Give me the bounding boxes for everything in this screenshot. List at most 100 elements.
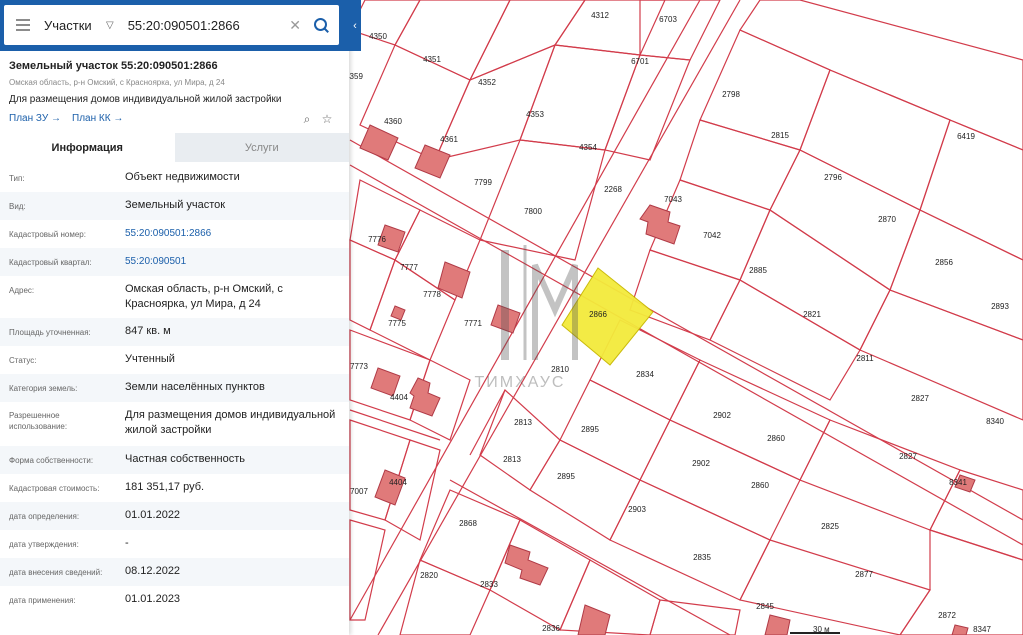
- info-row: Кадастровый квартал: 55:20:090501: [0, 248, 349, 276]
- parcel-number-label: 2827: [899, 452, 917, 461]
- parcel-number-label: 2798: [722, 90, 740, 99]
- parcel-number-label: 7777: [400, 263, 418, 272]
- info-row: Площадь уточненная: 847 кв. м: [0, 318, 349, 346]
- search-icon[interactable]: [313, 17, 329, 33]
- info-row: дата внесения сведений: 08.12.2022: [0, 558, 349, 586]
- parcel-number-label: 8347: [973, 625, 991, 634]
- info-row-link[interactable]: 55:20:090501:2866: [125, 226, 340, 241]
- parcel-number-label: 2815: [771, 131, 789, 140]
- info-row-key: Категория земель:: [9, 384, 78, 393]
- info-row-link[interactable]: 55:20:090501: [125, 254, 340, 269]
- parcel-number-label: 7775: [388, 319, 406, 328]
- parcel-number-label: 2877: [855, 570, 873, 579]
- info-row-value: Омская область, р-н Омский, с Красноярка…: [125, 283, 283, 310]
- info-row: дата утверждения: -: [0, 530, 349, 558]
- info-row: Кадастровая стоимость: 181 351,17 руб.: [0, 474, 349, 502]
- parcel-number-label: 7007: [350, 487, 368, 496]
- parcel-number-label: 4312: [591, 11, 609, 20]
- parcel-number-label: 2833: [480, 580, 498, 589]
- parcel-number-label: 2868: [459, 519, 477, 528]
- parcel-number-label: 4354: [579, 143, 597, 152]
- info-row-key: Кадастровый номер:: [9, 230, 86, 239]
- parcel-number-label: 2845: [756, 602, 774, 611]
- search-document-icon[interactable]: ⌕: [300, 112, 314, 126]
- parcel-number-label: 6419: [957, 132, 975, 141]
- info-row-key: Статус:: [9, 356, 37, 365]
- chevron-down-icon[interactable]: ▽: [106, 20, 114, 31]
- info-row: Форма собственности: Частная собственност…: [0, 446, 349, 474]
- parcel-number-label: 2811: [856, 354, 874, 363]
- parcel-number-label: 2820: [420, 571, 438, 580]
- plan-zu-link[interactable]: План ЗУ →: [9, 113, 61, 124]
- parcel-number-label: 4353: [526, 110, 544, 119]
- info-row-value: Земельный участок: [125, 199, 226, 211]
- parcel-number-label: 4404: [389, 478, 407, 487]
- info-panel: Участки ▽ 55:20:090501:2866 ✕ Земельный …: [0, 0, 349, 635]
- info-row-key: Площадь уточненная:: [9, 328, 91, 337]
- parcel-number-label: 2893: [991, 302, 1009, 311]
- parcel-number-label: 2903: [628, 505, 646, 514]
- info-row: Адрес: Омская область, р-н Омский, с Крас…: [0, 276, 349, 318]
- parcel-number-label: 8340: [986, 417, 1004, 426]
- road-lower: [349, 389, 731, 635]
- plan-kk-link[interactable]: План КК →: [72, 113, 123, 124]
- parcel-number-label: 2895: [557, 472, 575, 481]
- parcel-number-label: 2825: [821, 522, 839, 531]
- collapse-panel-button[interactable]: ‹: [349, 0, 361, 51]
- info-row-key: Форма собственности:: [9, 456, 94, 465]
- parcel-number-label: 4361: [440, 135, 458, 144]
- info-row-key: Тип:: [9, 174, 25, 183]
- info-row-value: Учтенный: [125, 353, 175, 365]
- parcel-number-label: 7800: [524, 207, 542, 216]
- info-row: дата применения: 01.01.2023: [0, 586, 349, 614]
- parcel-number-label: 2836: [542, 624, 560, 633]
- clear-icon[interactable]: ✕: [289, 17, 301, 34]
- parcel-number-label: 4360: [384, 117, 402, 126]
- search-box: Участки ▽ 55:20:090501:2866 ✕: [4, 5, 339, 45]
- info-row-key: дата применения:: [9, 596, 76, 605]
- star-icon[interactable]: ☆: [320, 112, 334, 126]
- info-row: Разрешенное использование: Для размещения…: [0, 402, 349, 446]
- parcel-number-label: 4352: [478, 78, 496, 87]
- parcel-number-label: 7778: [423, 290, 441, 299]
- parcel-title: Земельный участок 55:20:090501:2866: [9, 60, 218, 72]
- info-row: Категория земель: Земли населённых пункто…: [0, 374, 349, 402]
- parcel-number-label: 7042: [703, 231, 721, 240]
- parcel-number-label: 4404: [390, 393, 408, 402]
- parcel-number-label: 2821: [803, 310, 821, 319]
- parcel-number-label: 2813: [503, 455, 521, 464]
- parcel-number-label: 7799: [474, 178, 492, 187]
- parcel-number-label: 7776: [368, 235, 386, 244]
- info-row-value: 847 кв. м: [125, 325, 171, 337]
- info-row-key: дата утверждения:: [9, 540, 79, 549]
- info-row-value: Для размещения домов индивидуальной жило…: [125, 409, 336, 436]
- info-row: Тип: Объект недвижимости: [0, 164, 349, 192]
- info-row-key: дата внесения сведений:: [9, 568, 103, 577]
- info-row-value: 08.12.2022: [125, 565, 181, 577]
- parcel-labels: 4312 670343504351 670143594352279843604361…: [345, 11, 1009, 634]
- info-row-value: -: [125, 537, 129, 549]
- parcel-number-label: 2872: [938, 611, 956, 620]
- info-row-key: Разрешенное использование:: [9, 411, 68, 431]
- info-row-value: Земли населённых пунктов: [125, 381, 265, 393]
- tab-bar: Информация Услуги: [0, 133, 349, 162]
- parcel-address: Омская область, р-н Омский, с Красноярка…: [9, 78, 225, 87]
- parcel-number-label: 2827: [911, 394, 929, 403]
- info-row-value: Объект недвижимости: [125, 171, 240, 183]
- parcel-number-label: 2860: [751, 481, 769, 490]
- info-row: Статус: Учтенный: [0, 346, 349, 374]
- search-bar: Участки ▽ 55:20:090501:2866 ✕: [0, 0, 349, 51]
- info-row-value: 01.01.2022: [125, 509, 181, 521]
- info-row: Кадастровый номер: 55:20:090501:2866: [0, 220, 349, 248]
- info-row-value: Частная собственность: [125, 453, 246, 465]
- info-row-key: Вид:: [9, 202, 26, 211]
- road-main: [349, 0, 741, 635]
- tab-info[interactable]: Информация: [0, 133, 175, 162]
- search-input[interactable]: 55:20:090501:2866: [128, 18, 290, 33]
- parcel-purpose: Для размещения домов индивидуальной жило…: [9, 94, 282, 105]
- search-type-select[interactable]: Участки: [44, 18, 106, 33]
- tab-services[interactable]: Услуги: [174, 133, 349, 162]
- parcel-number-label: 7773: [350, 362, 368, 371]
- menu-icon[interactable]: [16, 16, 30, 34]
- parcel-number-label: 4351: [423, 55, 441, 64]
